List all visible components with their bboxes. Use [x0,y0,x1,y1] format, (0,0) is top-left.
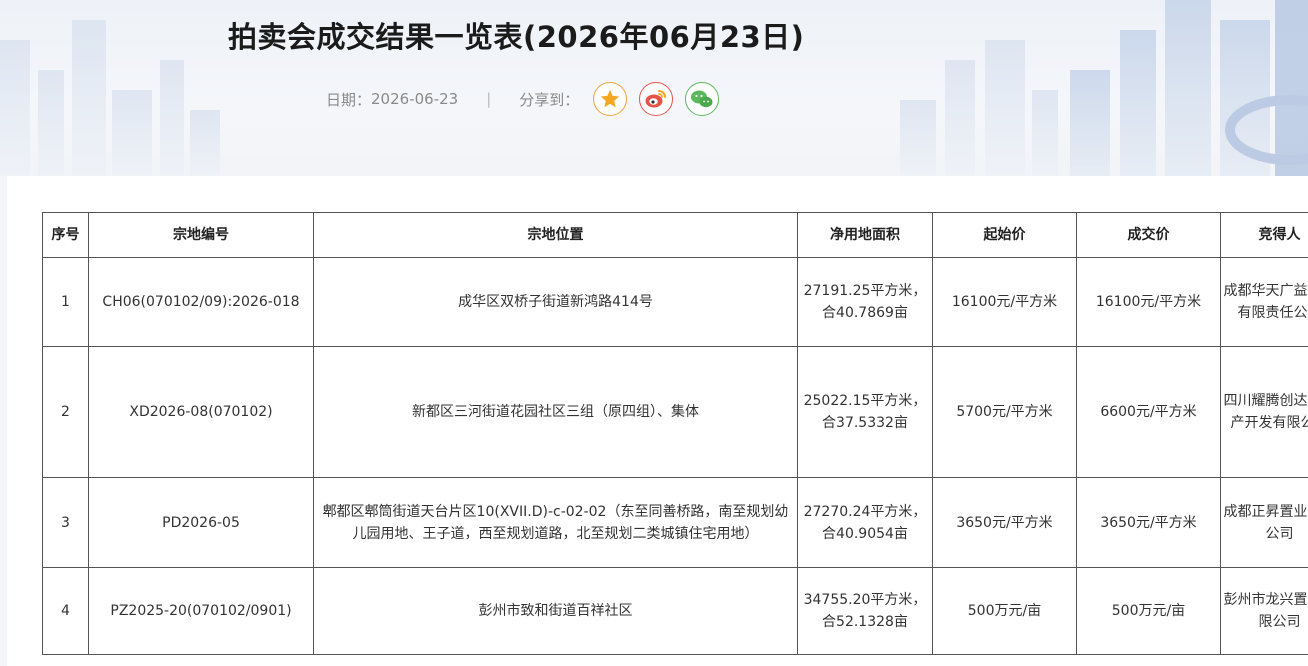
header-parcel-location: 宗地位置 [313,212,798,258]
cell-deal-price: 6600元/平方米 [1076,346,1221,478]
cell-net-area: 27270.24平方米，合40.9054亩 [797,477,933,568]
header-net-area: 净用地面积 [797,212,933,258]
cell-parcel-location: 郫都区郫筒街道天台片区10(XVII.D)-c-02-02（东至同善桥路，南至规… [313,477,798,568]
cell-parcel-code: PZ2025-20(070102/0901) [88,567,314,655]
header-no: 序号 [42,212,89,258]
share-label: 分享到： [519,90,580,109]
cell-parcel-location: 成华区双桥子街道新鸿路414号 [313,257,798,347]
share-buttons [593,82,731,116]
star-favorite-icon [601,89,620,108]
cell-parcel-code: CH06(070102/09):2026-018 [88,257,314,347]
cell-parcel-location: 彭州市致和街道百祥社区 [313,567,798,655]
cell-start-price: 5700元/平方米 [932,346,1077,478]
table-row: 1 CH06(070102/09):2026-018 成华区双桥子街道新鸿路41… [42,257,1308,347]
meta-separator: | [486,90,492,108]
weibo-icon [645,90,667,108]
cell-winner: 成都华天广益置地有限责任公司 [1220,257,1308,347]
wechat-icon [691,90,713,108]
cell-start-price: 500万元/亩 [932,567,1077,655]
cell-winner: 成都正昇置业有限公司 [1220,477,1308,568]
cell-deal-price: 500万元/亩 [1076,567,1221,655]
cell-deal-price: 16100元/平方米 [1076,257,1221,347]
cell-winner: 彭州市龙兴置业有限公司 [1220,567,1308,655]
cell-parcel-code: PD2026-05 [88,477,314,568]
share-favorite-button[interactable] [593,82,628,116]
auction-results-table: 序号 宗地编号 宗地位置 净用地面积 起始价 成交价 竞得人 1 CH06(07… [42,212,1308,655]
cell-start-price: 3650元/平方米 [932,477,1077,568]
table-row: 2 XD2026-08(070102) 新都区三河街道花园社区三组（原四组）、集… [42,346,1308,478]
cell-net-area: 25022.15平方米，合37.5332亩 [797,346,933,478]
cell-parcel-location: 新都区三河街道花园社区三组（原四组）、集体 [313,346,798,478]
share-wechat-button[interactable] [685,82,720,116]
header-start-price: 起始价 [932,212,1077,258]
share-weibo-button[interactable] [639,82,674,116]
table-row: 4 PZ2025-20(070102/0901) 彭州市致和街道百祥社区 347… [42,567,1308,655]
publish-date: 2026-06-23 [371,90,459,108]
table-row: 3 PD2026-05 郫都区郫筒街道天台片区10(XVII.D)-c-02-0… [42,477,1308,568]
cell-start-price: 16100元/平方米 [932,257,1077,347]
date-label: 日期： [326,90,372,109]
cell-no: 4 [42,567,89,655]
cell-no: 2 [42,346,89,478]
cell-no: 3 [42,477,89,568]
header-winner: 竞得人 [1220,212,1308,258]
header-deal-price: 成交价 [1076,212,1221,258]
page-header-banner: 拍卖会成交结果一览表(2026年06月23日) 日期： 2026-06-23 |… [0,0,1308,176]
header-parcel-code: 宗地编号 [88,212,314,258]
table-header-row: 序号 宗地编号 宗地位置 净用地面积 起始价 成交价 竞得人 [42,212,1308,258]
page-title: 拍卖会成交结果一览表(2026年06月23日) [228,20,805,54]
cell-no: 1 [42,257,89,347]
cell-net-area: 27191.25平方米，合40.7869亩 [797,257,933,347]
cell-net-area: 34755.20平方米，合52.1328亩 [797,567,933,655]
cell-deal-price: 3650元/平方米 [1076,477,1221,568]
cell-parcel-code: XD2026-08(070102) [88,346,314,478]
article-content: 序号 宗地编号 宗地位置 净用地面积 起始价 成交价 竞得人 1 CH06(07… [7,176,1308,666]
cell-winner: 四川耀腾创达房地产开发有限公司 [1220,346,1308,478]
article-meta: 日期： 2026-06-23 | 分享到： [326,80,731,118]
